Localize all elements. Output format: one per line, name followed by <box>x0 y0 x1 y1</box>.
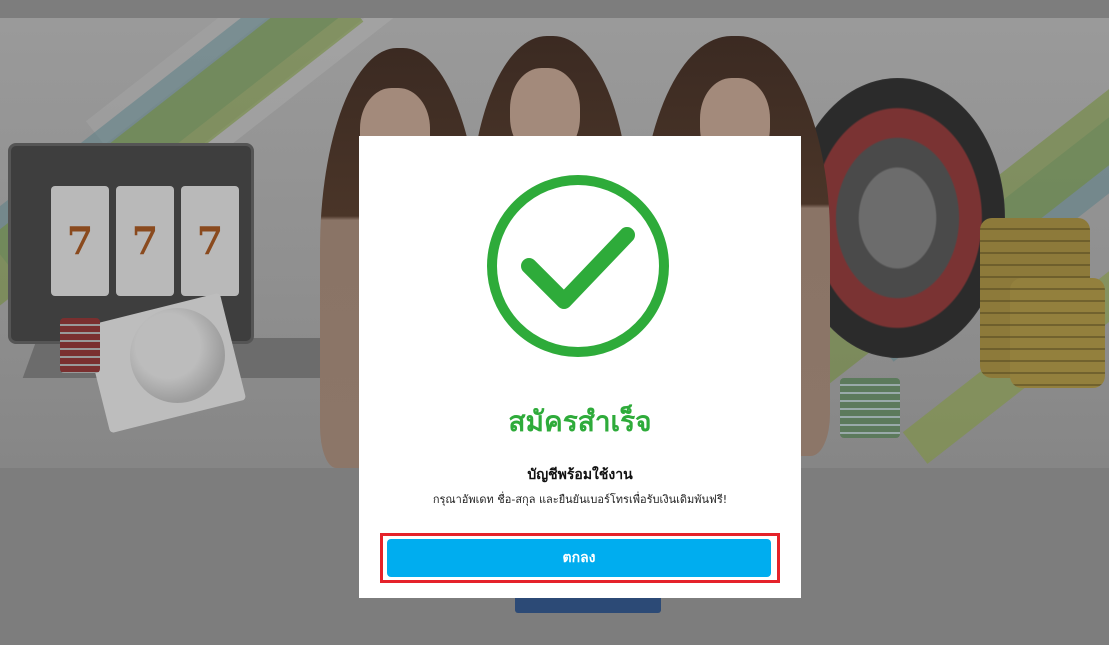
registration-success-modal: สมัครสำเร็จ บัญชีพร้อมใช้งาน กรุณาอัพเดท… <box>359 136 801 598</box>
casino-chips-image <box>840 378 900 438</box>
page-stage: 7 7 7 สมัครสำเร็จ บัญชีพร้อมใช้งาน กรุณา… <box>0 0 1109 645</box>
modal-subtitle: บัญชีพร้อมใช้งาน <box>527 467 633 483</box>
modal-title: สมัครสำเร็จ <box>508 405 652 438</box>
slot-reel: 7 <box>51 186 109 296</box>
slot-reel: 7 <box>181 186 239 296</box>
casino-chips-image <box>60 318 100 373</box>
gold-coins-image <box>1010 278 1105 388</box>
ok-button[interactable]: ตกลง <box>387 539 771 577</box>
check-circle-icon <box>487 175 669 357</box>
football-image <box>130 308 225 403</box>
slot-reel: 7 <box>116 186 174 296</box>
modal-description: กรุณาอัพเดท ชื่อ-สกุล และยืนยันเบอร์โทรเ… <box>432 493 728 506</box>
